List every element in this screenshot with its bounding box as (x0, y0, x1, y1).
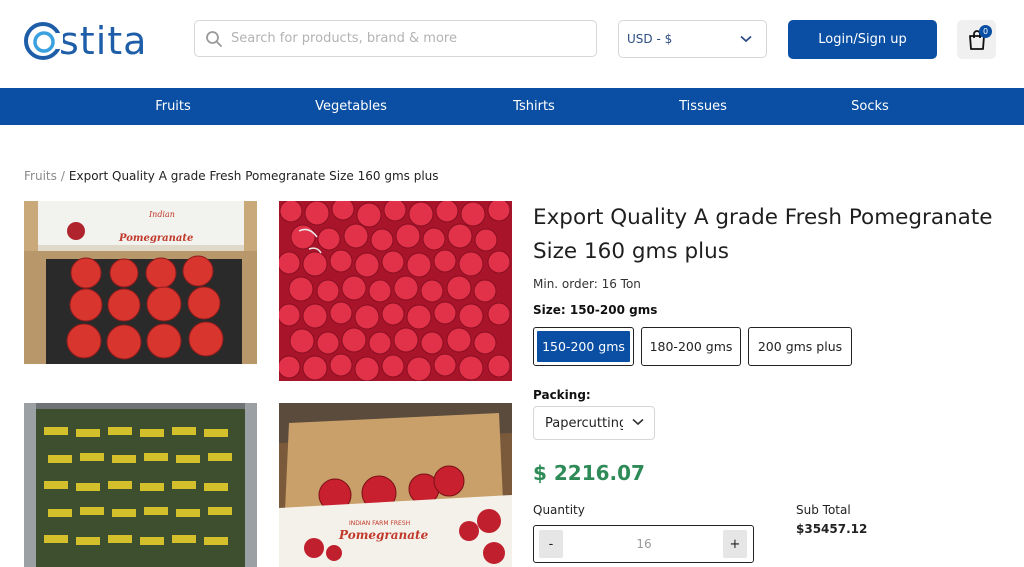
product-title: Export Quality A grade Fresh Pomegranate… (533, 205, 993, 264)
search-bar[interactable] (194, 20, 597, 57)
nav-item-socks[interactable]: Socks (851, 88, 889, 125)
box-brand-text: Indian (148, 210, 175, 219)
login-signup-button[interactable]: Login/Sign up (788, 20, 937, 59)
box2-product-text: Pomegranate (338, 528, 429, 542)
currency-select[interactable]: USD - $ (618, 20, 767, 58)
box2-brand-text: INDIAN FARM FRESH (349, 520, 410, 527)
product-image-3[interactable] (24, 403, 257, 567)
product-image-4[interactable]: INDIAN FARM FRESH Pomegranate (279, 403, 512, 567)
box-product-text: Pomegranate (118, 233, 193, 244)
breadcrumb-link-fruits[interactable]: Fruits (24, 169, 57, 183)
size-option-180-200[interactable]: 180-200 gms (641, 327, 741, 366)
packing-label: Packing: (533, 388, 591, 402)
breadcrumb: Fruits / Export Quality A grade Fresh Pome… (24, 169, 439, 183)
nav-item-tissues[interactable]: Tissues (679, 88, 727, 125)
size-option-label: 150-200 gms (537, 331, 630, 362)
quantity-increase-button[interactable]: + (723, 530, 747, 558)
product-image-2[interactable] (279, 201, 512, 381)
min-order-text: Min. order: 16 Ton (533, 277, 641, 291)
breadcrumb-current: Export Quality A grade Fresh Pomegranate… (68, 169, 439, 183)
logo-mark-icon (23, 19, 64, 63)
product-image-1[interactable]: Indian Pomegranate (24, 201, 257, 364)
nav-item-fruits[interactable]: Fruits (155, 88, 191, 125)
search-input[interactable] (231, 31, 571, 46)
size-option-200-plus[interactable]: 200 gms plus (748, 327, 852, 366)
site-header: stita USD - $ Login/Sign up 0 (0, 0, 1024, 88)
packing-value: Papercutting (545, 415, 623, 431)
site-logo[interactable]: stita (23, 17, 147, 65)
chevron-down-icon (632, 418, 644, 426)
product-price: $ 2216.07 (533, 461, 645, 485)
category-nav: Fruits Vegetables Tshirts Tissues Socks (0, 88, 1024, 125)
quantity-stepper: - 16 + (533, 525, 754, 563)
size-label: Size: 150-200 gms (533, 303, 658, 317)
quantity-value[interactable]: 16 (574, 526, 714, 562)
chevron-down-icon (740, 35, 752, 43)
subtotal-value: $35457.12 (796, 522, 868, 536)
cart-button[interactable]: 0 (957, 20, 996, 59)
quantity-label: Quantity (533, 503, 585, 517)
subtotal-label: Sub Total (796, 503, 851, 517)
packing-select[interactable]: Papercutting (533, 406, 655, 440)
nav-item-vegetables[interactable]: Vegetables (315, 88, 387, 125)
logo-text: stita (59, 19, 148, 63)
nav-item-tshirts[interactable]: Tshirts (513, 88, 555, 125)
search-icon (206, 30, 222, 47)
currency-value: USD - $ (627, 32, 673, 46)
size-option-150-200[interactable]: 150-200 gms (533, 327, 634, 366)
quantity-decrease-button[interactable]: - (539, 530, 563, 558)
breadcrumb-separator: / (60, 169, 65, 183)
cart-count-badge: 0 (979, 25, 992, 38)
